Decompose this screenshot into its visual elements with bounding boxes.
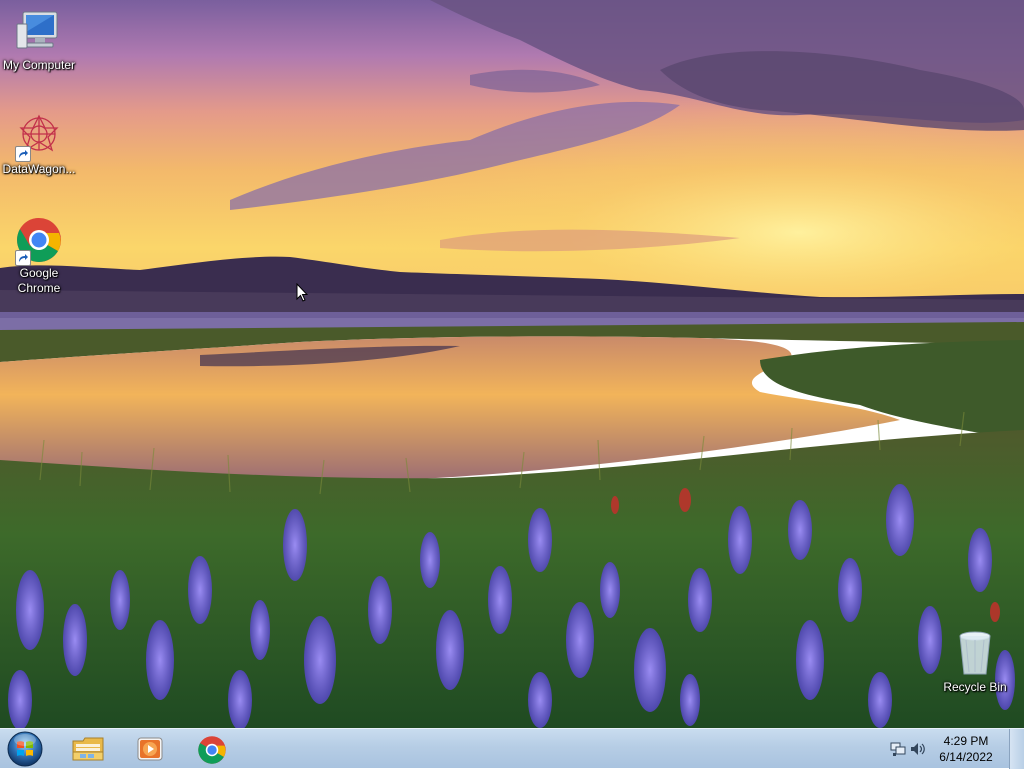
show-desktop-button[interactable] <box>1009 729 1024 769</box>
desktop-icon-recycle-bin[interactable]: Recycle Bin <box>936 630 1014 695</box>
desktop-icon-label: My Computer <box>2 58 76 72</box>
network-icon[interactable] <box>890 741 906 762</box>
taskbar-file-explorer-button[interactable] <box>62 732 114 766</box>
computer-icon <box>15 8 63 56</box>
system-tray: 4:29 PM 6/14/2022 <box>884 729 1024 769</box>
shortcut-arrow-icon <box>15 146 31 162</box>
windows-start-icon <box>7 731 43 767</box>
desktop-wallpaper <box>0 0 1024 728</box>
clock-time: 4:29 PM <box>943 734 989 748</box>
shortcut-arrow-icon <box>15 250 31 266</box>
recycle-bin-icon <box>951 630 999 678</box>
volume-icon[interactable] <box>910 741 926 762</box>
desktop-icon-label: Google Chrome <box>17 266 61 295</box>
start-button[interactable] <box>6 730 44 768</box>
clock-date: 6/14/2022 <box>939 750 993 764</box>
chrome-icon <box>198 736 226 764</box>
desktop-icon-label: Recycle Bin <box>943 680 1007 694</box>
taskbar-clock[interactable]: 4:29 PM 6/14/2022 <box>928 733 1004 765</box>
media-player-icon <box>137 737 163 761</box>
desktop-icon-label: DataWagon... <box>2 162 76 176</box>
desktop-icon-my-computer[interactable]: My Computer <box>0 8 78 73</box>
taskbar-chrome-button[interactable] <box>186 732 238 766</box>
chrome-icon <box>15 216 63 266</box>
desktop-icon-datawagon[interactable]: DataWagon... <box>0 112 78 177</box>
desktop-icon-google-chrome[interactable]: Google Chrome <box>0 216 78 296</box>
datawagon-icon <box>15 112 63 162</box>
taskbar-media-player-button[interactable] <box>124 732 176 766</box>
file-explorer-icon <box>72 737 104 761</box>
taskbar: 4:29 PM 6/14/2022 <box>0 728 1024 769</box>
mouse-cursor-icon <box>296 283 308 302</box>
